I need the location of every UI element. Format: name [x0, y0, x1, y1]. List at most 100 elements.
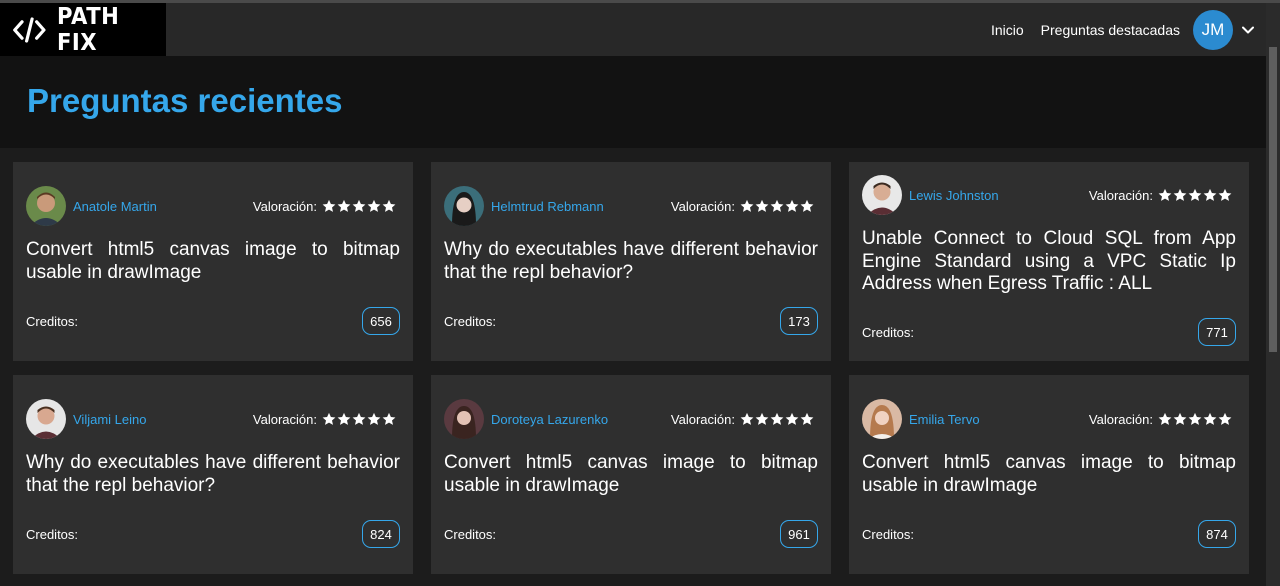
- rating-stars: [321, 199, 396, 213]
- star-icon: [1218, 188, 1232, 201]
- rating-label: Valoración:: [670, 411, 735, 427]
- brand-name: PATH FIX: [56, 3, 119, 56]
- rating-stars: [1157, 188, 1232, 202]
- star-icon: [322, 412, 336, 425]
- nav-link-inicio[interactable]: Inicio: [991, 22, 1024, 38]
- star-icon: [1188, 412, 1202, 425]
- question-card[interactable]: Lewis Johnston Valoración: Unable Connec…: [849, 162, 1249, 361]
- question-card[interactable]: Emilia Tervo Valoración: Convert html5 c…: [849, 375, 1249, 574]
- rating-label: Valoración:: [252, 411, 317, 427]
- credits-label: Creditos:: [26, 314, 79, 329]
- star-icon: [770, 199, 784, 212]
- star-icon: [1203, 188, 1217, 201]
- question-title[interactable]: Why do executables have different behavi…: [444, 239, 818, 284]
- scrollbar[interactable]: [1266, 3, 1280, 586]
- star-icon: [755, 199, 769, 212]
- star-icon: [800, 199, 814, 212]
- rating-label: Valoración:: [670, 198, 735, 214]
- credits-label: Creditos:: [862, 527, 915, 542]
- rating: Valoración:: [671, 199, 814, 214]
- question-title[interactable]: Convert html5 canvas image to bitmap usa…: [26, 239, 400, 284]
- star-icon: [1158, 188, 1172, 201]
- question-card[interactable]: Helmtrud Rebmann Valoración: Why do exec…: [431, 162, 831, 361]
- author-avatar[interactable]: [862, 175, 902, 215]
- card-header: Doroteya Lazurenko Valoración:: [444, 399, 814, 439]
- star-icon: [800, 412, 814, 425]
- credits-badge: 173: [780, 307, 818, 335]
- question-title[interactable]: Convert html5 canvas image to bitmap usa…: [862, 452, 1236, 497]
- star-icon: [367, 412, 381, 425]
- star-icon: [337, 412, 351, 425]
- star-icon: [337, 199, 351, 212]
- question-title[interactable]: Unable Connect to Cloud SQL from App Eng…: [862, 228, 1236, 296]
- star-icon: [322, 199, 336, 212]
- credits-badge: 771: [1198, 318, 1236, 346]
- star-icon: [785, 199, 799, 212]
- star-icon: [740, 412, 754, 425]
- card-header: Lewis Johnston Valoración:: [862, 175, 1232, 215]
- author-avatar[interactable]: [862, 399, 902, 439]
- author-name[interactable]: Helmtrud Rebmann: [491, 199, 671, 214]
- hero-section: Preguntas recientes: [0, 56, 1266, 148]
- author-name[interactable]: Emilia Tervo: [909, 412, 1089, 427]
- rating-label: Valoración:: [1088, 187, 1153, 203]
- credits-badge: 656: [362, 307, 400, 335]
- star-icon: [367, 199, 381, 212]
- brand-logo[interactable]: PATH FIX: [0, 3, 166, 56]
- card-header: Anatole Martin Valoración:: [26, 186, 396, 226]
- rating: Valoración:: [1089, 188, 1232, 203]
- author-name[interactable]: Viljami Leino: [73, 412, 253, 427]
- star-icon: [755, 412, 769, 425]
- nav-link-preguntas-destacadas[interactable]: Preguntas destacadas: [1041, 22, 1180, 38]
- star-icon: [740, 199, 754, 212]
- card-header: Viljami Leino Valoración:: [26, 399, 396, 439]
- nav-links: Inicio Preguntas destacadas JM: [991, 3, 1254, 56]
- user-initials: JM: [1201, 19, 1225, 39]
- page-title: Preguntas recientes: [27, 82, 343, 119]
- rating: Valoración:: [253, 412, 396, 427]
- credits-label: Creditos:: [862, 325, 915, 340]
- credits-label: Creditos:: [444, 314, 497, 329]
- author-avatar[interactable]: [444, 186, 484, 226]
- star-icon: [1218, 412, 1232, 425]
- author-name[interactable]: Doroteya Lazurenko: [491, 412, 671, 427]
- rating-label: Valoración:: [252, 198, 317, 214]
- scrollbar-thumb[interactable]: [1269, 47, 1277, 352]
- rating: Valoración:: [671, 412, 814, 427]
- question-card[interactable]: Viljami Leino Valoración: Why do executa…: [13, 375, 413, 574]
- card-header: Helmtrud Rebmann Valoración:: [444, 186, 814, 226]
- credits-badge: 874: [1198, 520, 1236, 548]
- star-icon: [352, 412, 366, 425]
- star-icon: [770, 412, 784, 425]
- card-header: Emilia Tervo Valoración:: [862, 399, 1232, 439]
- rating-stars: [739, 412, 814, 426]
- star-icon: [1188, 188, 1202, 201]
- user-menu-chevron-icon[interactable]: [1242, 26, 1254, 34]
- star-icon: [382, 199, 396, 212]
- star-icon: [352, 199, 366, 212]
- question-card[interactable]: Doroteya Lazurenko Valoración: Convert h…: [431, 375, 831, 574]
- author-avatar[interactable]: [444, 399, 484, 439]
- rating-label: Valoración:: [1088, 411, 1153, 427]
- navbar: PATH FIX Inicio Preguntas destacadas JM: [0, 3, 1266, 56]
- credits-label: Creditos:: [26, 527, 79, 542]
- author-avatar[interactable]: [26, 186, 66, 226]
- rating: Valoración:: [1089, 412, 1232, 427]
- code-icon: [13, 16, 46, 43]
- star-icon: [382, 412, 396, 425]
- author-name[interactable]: Lewis Johnston: [909, 188, 1089, 203]
- star-icon: [1203, 412, 1217, 425]
- author-name[interactable]: Anatole Martin: [73, 199, 253, 214]
- user-avatar[interactable]: JM: [1193, 9, 1233, 50]
- star-icon: [785, 412, 799, 425]
- question-title[interactable]: Why do executables have different behavi…: [26, 452, 400, 497]
- rating-stars: [321, 412, 396, 426]
- credits-label: Creditos:: [444, 527, 497, 542]
- question-card[interactable]: Anatole Martin Valoración: Convert html5…: [13, 162, 413, 361]
- credits-badge: 961: [780, 520, 818, 548]
- rating: Valoración:: [253, 199, 396, 214]
- question-title[interactable]: Convert html5 canvas image to bitmap usa…: [444, 452, 818, 497]
- star-icon: [1158, 412, 1172, 425]
- author-avatar[interactable]: [26, 399, 66, 439]
- rating-stars: [1157, 412, 1232, 426]
